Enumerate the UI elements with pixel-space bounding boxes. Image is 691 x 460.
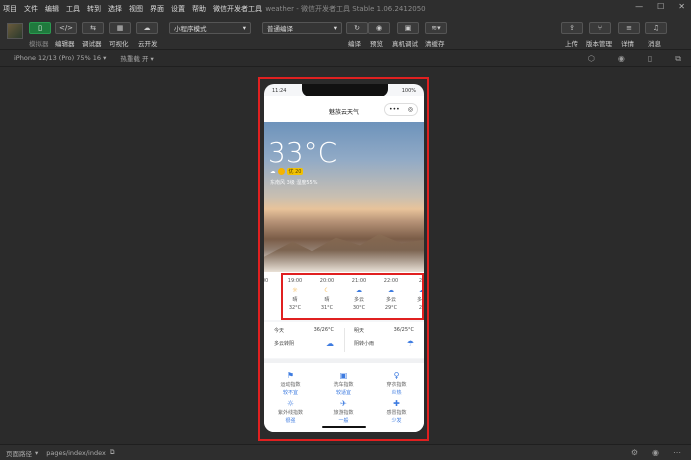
menu-edit[interactable]: 编辑	[42, 4, 63, 14]
preview-button[interactable]: ◉	[368, 22, 390, 34]
upload-label: 上传	[565, 40, 578, 48]
compile-select[interactable]: 普通编译 ▾	[262, 22, 342, 34]
visual-button[interactable]: ▦	[109, 22, 131, 34]
record-icon[interactable]: ◉	[618, 54, 625, 64]
device-select-value: iPhone 12/13 (Pro) 75% 16	[14, 54, 102, 62]
path-label[interactable]: 页面路径	[6, 448, 32, 458]
chevron-down-icon: ▾	[242, 24, 246, 32]
simulator-tools: ⬡ ◉ ▯ ⧉	[581, 54, 681, 64]
compile-select-value: 普通编译	[267, 25, 293, 33]
details-label: 详情	[621, 40, 634, 48]
chevron-down-icon: ▾	[35, 448, 39, 457]
menu-tools[interactable]: 工具	[63, 4, 84, 14]
preview-label: 预览	[370, 40, 383, 48]
maximize-icon[interactable]: ☐	[657, 2, 664, 11]
eye-icon[interactable]: ◉	[652, 448, 659, 457]
refresh-icon: ↻	[354, 24, 360, 32]
code-icon: </>	[58, 24, 74, 32]
highlight-frame	[258, 77, 429, 441]
compile-label: 编译	[348, 40, 361, 48]
menu-view[interactable]: 视图	[126, 4, 147, 14]
compile-button[interactable]: ↻	[346, 22, 368, 34]
editor-label: 编辑器	[55, 40, 75, 48]
phone-icon: ▯	[38, 24, 42, 32]
toolbar: ▯ 模拟器 </> 编辑器 ⇆ 调试器 ▦ 可视化 ☁ 云开发 小程序模式 ▾ …	[0, 17, 691, 50]
chevron-down-icon: ▾	[333, 24, 337, 32]
cloud-icon: ☁	[143, 24, 151, 32]
more-icon[interactable]: ⋯	[673, 448, 681, 457]
menu-help[interactable]: 帮助	[189, 4, 210, 14]
messages-button[interactable]: ♫	[645, 22, 667, 34]
menu-file[interactable]: 文件	[21, 4, 42, 14]
simulator-button[interactable]: ▯	[29, 22, 51, 34]
menu-devtools[interactable]: 微信开发者工具	[210, 4, 266, 14]
clear-cache-button[interactable]: ≋▾	[425, 22, 447, 34]
debugger-button[interactable]: ⇆	[82, 22, 104, 34]
cloud-label: 云开发	[138, 40, 158, 48]
hexagon-icon[interactable]: ⬡	[588, 54, 595, 64]
close-icon[interactable]: ✕	[678, 2, 685, 11]
version-label: 版本管理	[586, 40, 612, 48]
device-debug-label: 真机调试	[392, 40, 418, 48]
details-button[interactable]: ≡	[618, 22, 640, 34]
status-footer: 页面路径 ▾ pages/index/index ⧉ ⚙ ◉ ⋯	[0, 444, 691, 460]
eye-icon: ◉	[375, 24, 383, 32]
menu-project[interactable]: 项目	[0, 4, 21, 14]
hot-reload-select[interactable]: 热重载 开 ▾	[113, 53, 153, 63]
copy-icon[interactable]: ⧉	[110, 448, 115, 457]
menu-bar: 项目 文件 编辑 工具 转到 选择 视图 界面 设置 帮助 微信开发者工具 we…	[0, 0, 691, 17]
page-path: pages/index/index	[46, 448, 106, 457]
debugger-label: 调试器	[82, 40, 102, 48]
bell-icon: ♫	[652, 24, 660, 32]
avatar[interactable]	[7, 23, 23, 39]
editor-button[interactable]: </>	[55, 22, 77, 34]
clear-cache-label: 清缓存	[425, 40, 445, 48]
menu-settings[interactable]: 设置	[168, 4, 189, 14]
settings-icon[interactable]: ⚙	[631, 448, 638, 457]
hot-reload-value: 热重载 开	[120, 55, 149, 63]
menu-icon: ≡	[626, 24, 632, 32]
messages-label: 消息	[648, 40, 661, 48]
window-controls: — ☐ ✕	[635, 2, 685, 11]
device-debug-button[interactable]: ▣	[397, 22, 419, 34]
upload-button[interactable]: ⇪	[561, 22, 583, 34]
footer-tools: ⚙ ◉ ⋯	[631, 448, 681, 457]
simulator-label: 模拟器	[29, 40, 49, 48]
minimize-icon[interactable]: —	[635, 2, 643, 11]
menu-select[interactable]: 选择	[105, 4, 126, 14]
version-button[interactable]: ⑂	[589, 22, 611, 34]
mode-select[interactable]: 小程序模式 ▾	[169, 22, 251, 34]
branch-icon: ⑂	[597, 24, 603, 32]
device-icon: ▣	[404, 24, 412, 32]
debug-icon: ⇆	[90, 24, 96, 32]
simulator-bar: iPhone 12/13 (Pro) 75% 16 ▾ 热重载 开 ▾ ⬡ ◉ …	[0, 50, 691, 67]
highlight-hourly	[281, 273, 424, 320]
upload-icon: ⇪	[569, 24, 575, 32]
menu-interface[interactable]: 界面	[147, 4, 168, 14]
visual-label: 可视化	[109, 40, 129, 48]
mode-select-value: 小程序模式	[174, 25, 207, 33]
device-select[interactable]: iPhone 12/13 (Pro) 75% 16 ▾	[7, 54, 106, 62]
phone-icon[interactable]: ▯	[648, 54, 652, 64]
menu-goto[interactable]: 转到	[84, 4, 105, 14]
layers-icon: ≋▾	[431, 24, 441, 32]
expand-icon[interactable]: ⧉	[675, 54, 681, 64]
grid-icon: ▦	[116, 24, 124, 32]
cloud-button[interactable]: ☁	[136, 22, 158, 34]
